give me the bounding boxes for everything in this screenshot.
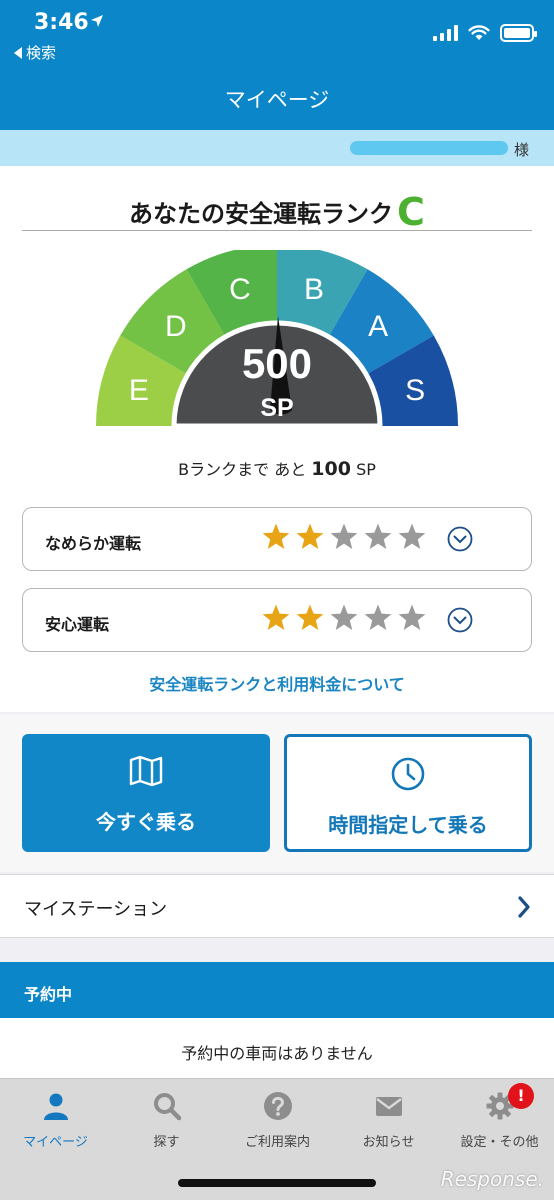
- reservation-empty-text: 予約中の車両はありません: [181, 1044, 373, 1063]
- rating-label: 安心運転: [45, 615, 110, 634]
- location-arrow-icon: [91, 15, 103, 27]
- star-filled-icon: [296, 604, 324, 630]
- cellular-signal-icon: [433, 25, 458, 41]
- rank-gauge: ED C B AS 500 SP: [96, 250, 458, 429]
- clock-icon: [391, 757, 425, 791]
- user-honorific: 様: [514, 141, 530, 159]
- expand-chevron-icon[interactable]: [447, 607, 473, 633]
- rank-and-fee-info-link[interactable]: 安全運転ランクと利用料金について: [0, 671, 554, 695]
- star-filled-icon: [262, 523, 290, 549]
- back-label: 検索: [26, 44, 57, 62]
- notification-badge: !: [508, 1083, 534, 1109]
- back-to-search-link[interactable]: 検索: [14, 42, 56, 63]
- star-empty-icon: [364, 604, 392, 630]
- star-rating: [261, 603, 427, 633]
- mail-icon: [375, 1097, 402, 1116]
- rating-smooth-driving[interactable]: なめらか運転: [22, 507, 532, 571]
- user-name-strip: 様: [0, 130, 554, 166]
- map-icon: [129, 755, 163, 787]
- ride-now-label: 今すぐ乗る: [96, 810, 196, 834]
- tab-label: マイページ: [23, 1135, 88, 1150]
- reservation-body: 予約中の車両はありません: [0, 1018, 554, 1078]
- tab-label: 設定・その他: [460, 1135, 539, 1150]
- ride-now-button[interactable]: 今すぐ乗る: [22, 734, 270, 852]
- tab-label: 探す: [153, 1135, 180, 1150]
- star-filled-icon: [262, 604, 290, 630]
- gauge-score: 500: [242, 340, 312, 387]
- rating-label: なめらか運転: [45, 534, 142, 553]
- divider: [22, 230, 532, 231]
- expand-chevron-icon[interactable]: [447, 526, 473, 552]
- page-title: マイページ: [224, 88, 330, 112]
- ride-timed-label: 時間指定して乗る: [328, 813, 488, 837]
- next-rank-unit: SP: [356, 460, 376, 479]
- star-rating: [261, 522, 427, 552]
- gauge-score-unit: SP: [260, 394, 293, 422]
- user-name-redacted: [350, 141, 508, 155]
- star-empty-icon: [330, 604, 358, 630]
- next-rank-points: 100: [311, 458, 351, 480]
- star-empty-icon: [364, 523, 392, 549]
- gauge-label-d: D: [165, 310, 187, 343]
- tab-bar: マイページ 探す ご利用案内 お知らせ ! 設定・その他 Response.: [0, 1078, 554, 1200]
- rank-title-text: あなたの安全運転ランク: [129, 200, 394, 228]
- search-icon: [153, 1093, 181, 1121]
- battery-icon: [500, 24, 537, 42]
- watermark: Response.: [440, 1167, 544, 1191]
- tab-mypage[interactable]: マイページ: [0, 1079, 111, 1159]
- rank-title: あなたの安全運転ランク C: [0, 190, 554, 234]
- status-icons: [433, 24, 537, 42]
- reservation-title: 予約中: [24, 985, 73, 1004]
- help-icon: [263, 1092, 292, 1120]
- star-filled-icon: [296, 523, 324, 549]
- tab-search[interactable]: 探す: [111, 1079, 222, 1159]
- home-indicator: [178, 1179, 376, 1187]
- gauge-label-b: B: [304, 273, 324, 306]
- wifi-icon: [468, 25, 490, 40]
- star-empty-icon: [398, 604, 426, 630]
- safe-driving-rank-card: あなたの安全運転ランク C EDCBAS 500 SP Bランクまで あと 100…: [0, 166, 554, 712]
- back-arrow-icon: [14, 46, 22, 59]
- tab-news[interactable]: お知らせ: [333, 1079, 444, 1159]
- gauge-label-e: E: [129, 374, 149, 407]
- ride-timed-button[interactable]: 時間指定して乗る: [284, 734, 532, 852]
- next-rank-prefix: Bランクまで あと: [178, 460, 307, 479]
- tab-guide[interactable]: ご利用案内: [222, 1079, 333, 1159]
- tab-label: お知らせ: [362, 1135, 415, 1150]
- gauge-label-c: C: [229, 273, 251, 306]
- current-rank-letter: C: [397, 190, 425, 234]
- tab-settings[interactable]: ! 設定・その他: [444, 1079, 554, 1159]
- chevron-right-icon: [518, 896, 530, 918]
- next-rank-text: Bランクまで あと 100 SP: [0, 456, 554, 480]
- person-icon: [43, 1093, 68, 1120]
- my-station-row[interactable]: マイステーション: [0, 874, 554, 938]
- app-header: 3:46 検索 マイページ: [0, 0, 554, 130]
- gauge-label-a: A: [368, 310, 388, 343]
- star-empty-icon: [398, 523, 426, 549]
- rating-safe-driving[interactable]: 安心運転: [22, 588, 532, 652]
- star-empty-icon: [330, 523, 358, 549]
- status-time: 3:46: [34, 10, 89, 35]
- tab-label: ご利用案内: [244, 1135, 310, 1150]
- my-station-label: マイステーション: [24, 899, 168, 920]
- gauge-label-s: S: [405, 374, 425, 407]
- reservation-header: 予約中: [0, 962, 554, 1018]
- ride-actions: 今すぐ乗る 時間指定して乗る: [0, 714, 554, 872]
